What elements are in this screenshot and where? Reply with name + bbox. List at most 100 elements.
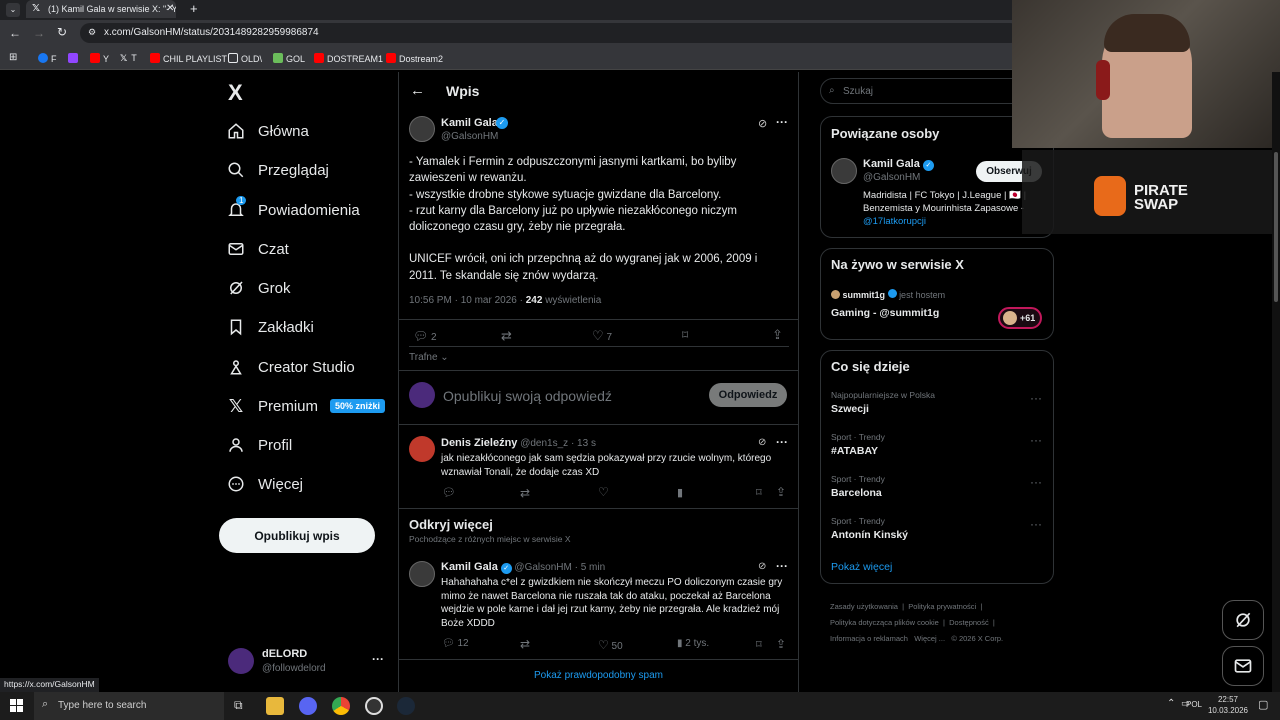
scrollbar[interactable]: [1272, 72, 1280, 692]
post-more-icon[interactable]: ···: [776, 115, 788, 129]
bio-link[interactable]: @17latkorupcji: [863, 215, 1043, 228]
repost-icon[interactable]: ⇄: [520, 486, 530, 500]
trend-item[interactable]: Najpopularniejsze w Polska Szwecji: [831, 390, 935, 415]
account-switcher[interactable]: dELORD @followdelord ···: [226, 646, 386, 678]
task-view-icon[interactable]: ⧉: [234, 698, 243, 713]
sidebar-item-premium[interactable]: 𝕏 Premium 50% zniżki: [226, 391, 386, 421]
clock[interactable]: 22:57 10.03.2026: [1200, 694, 1256, 716]
show-more-link[interactable]: Pokaż więcej: [831, 561, 892, 573]
account-more-icon[interactable]: ···: [372, 652, 384, 666]
sidebar-item-home[interactable]: Główna: [226, 116, 309, 146]
back-arrow-icon[interactable]: ←: [410, 82, 425, 99]
related-avatar[interactable]: [831, 158, 857, 184]
footer-link[interactable]: Polityka prywatności: [908, 602, 976, 611]
reply-icon[interactable]: 💬︎: [442, 486, 456, 499]
reload-icon[interactable]: ↻: [57, 25, 67, 39]
bookmark-icon[interactable]: ⌑: [756, 638, 762, 651]
repost-icon[interactable]: ⇄: [520, 637, 530, 651]
url-field[interactable]: ⚙ x.com/GalsonHM/status/2031489282959986…: [80, 23, 1020, 43]
author-name[interactable]: Kamil Gala: [441, 117, 498, 129]
bookmark-dostream1[interactable]: DOSTREAM1: [314, 53, 383, 64]
trend-more-icon[interactable]: ···: [1030, 391, 1042, 405]
site-info-icon[interactable]: ⚙: [88, 27, 96, 38]
trend-item[interactable]: Sport · Trendy #ATABAY: [831, 432, 885, 457]
notifications-icon[interactable]: ▢: [1258, 698, 1268, 711]
grok-explain-icon[interactable]: ⊘: [758, 561, 766, 572]
sidebar-item-more[interactable]: Więcej: [226, 469, 303, 499]
reply-more-icon[interactable]: ···: [776, 435, 788, 449]
chrome-icon[interactable]: [332, 697, 350, 715]
messages-floating-button[interactable]: [1222, 646, 1264, 686]
taskbar-search-input[interactable]: ⌕ Type here to search: [34, 692, 224, 720]
x-logo-icon[interactable]: X: [228, 80, 243, 106]
bookmark-twitch[interactable]: [68, 53, 81, 64]
steam-icon[interactable]: [397, 697, 415, 715]
views-icon[interactable]: ▮: [677, 486, 683, 499]
trend-more-icon[interactable]: ···: [1030, 517, 1042, 531]
sidebar-item-bookmarks[interactable]: Zakładki: [226, 312, 314, 342]
reply-action[interactable]: 💬︎ 12: [442, 638, 469, 649]
views-action[interactable]: ▮ 2 tys.: [677, 638, 709, 649]
author-avatar[interactable]: [409, 561, 435, 587]
like-action[interactable]: ♡ 7: [592, 328, 612, 344]
sidebar-item-explore[interactable]: Przeglądaj: [226, 155, 329, 185]
related-name-row[interactable]: Kamil Gala ✓: [863, 158, 934, 171]
bookmark-y[interactable]: Y: [90, 53, 109, 64]
footer-link[interactable]: Informacja o reklamach: [830, 634, 908, 643]
footer-link[interactable]: Dostępność: [949, 618, 989, 627]
live-stream-title[interactable]: Gaming - @summit1g: [831, 307, 939, 319]
scrollbar-thumb[interactable]: [1274, 152, 1278, 302]
trend-item[interactable]: Sport · Trendy Barcelona: [831, 474, 885, 499]
reply-action[interactable]: 💬︎ 2: [413, 329, 437, 343]
author-avatar[interactable]: [409, 116, 435, 142]
sidebar-item-creator-studio[interactable]: Creator Studio: [226, 352, 355, 382]
show-spam-link[interactable]: Pokaż prawdopodobny spam: [398, 670, 799, 681]
grok-explain-icon[interactable]: ⊘: [758, 437, 766, 448]
bookmark-chil-playlist[interactable]: CHIL PLAYLIST: [150, 53, 227, 64]
grok-floating-button[interactable]: [1222, 600, 1264, 640]
related-handle[interactable]: @GalsonHM: [863, 172, 920, 183]
reply-author-avatar[interactable]: [409, 436, 435, 462]
discover-author-handle[interactable]: @GalsonHM · 5 min: [514, 562, 605, 573]
reply-sort-dropdown[interactable]: Trafne ⌄: [409, 352, 449, 363]
publish-post-button[interactable]: Opublikuj wpis: [219, 518, 375, 553]
share-icon[interactable]: ⇪: [776, 485, 786, 499]
discover-author-name[interactable]: Kamil Gala: [441, 561, 498, 573]
footer-link[interactable]: Więcej ...: [914, 634, 945, 643]
trend-more-icon[interactable]: ···: [1030, 433, 1042, 447]
sidebar-item-grok[interactable]: Grok: [226, 273, 291, 303]
footer-link[interactable]: Polityka dotycząca plików cookie: [830, 618, 939, 627]
bookmark-t[interactable]: 𝕏T: [120, 53, 137, 64]
trend-item[interactable]: Sport · Trendy Antonín Kinský: [831, 516, 908, 541]
grok-explain-icon[interactable]: ⊘: [758, 117, 767, 130]
discover-more-icon[interactable]: ···: [776, 559, 788, 573]
bookmark-f[interactable]: F: [38, 53, 57, 64]
reply-author-handle[interactable]: @den1s_z · 13 s: [520, 438, 596, 449]
share-icon[interactable]: ⇪: [772, 327, 783, 343]
obs-icon[interactable]: [365, 697, 383, 715]
sidebar-item-chat[interactable]: Czat: [226, 234, 289, 264]
share-icon[interactable]: ⇪: [776, 637, 786, 651]
bookmark-old[interactable]: OLD\: [228, 53, 262, 64]
post-timestamp[interactable]: 10:56 PM · 10 mar 2026 ·: [409, 295, 526, 306]
sidebar-item-profile[interactable]: Profil: [226, 430, 292, 460]
bookmark-icon[interactable]: ⌑: [682, 328, 688, 342]
tab-search-button[interactable]: ⌄: [6, 3, 20, 17]
reply-input[interactable]: Opublikuj swoją odpowiedź: [443, 388, 612, 404]
heart-icon[interactable]: ♡: [598, 485, 609, 499]
new-tab-button[interactable]: +: [190, 1, 198, 16]
reply-author-name[interactable]: Denis Zieleźny: [441, 437, 517, 449]
tab-close-icon[interactable]: ✕: [166, 3, 174, 14]
footer-link[interactable]: Zasady użytkowania: [830, 602, 898, 611]
sidebar-item-notifications[interactable]: 1 Powiadomienia: [226, 195, 360, 225]
repost-icon[interactable]: ⇄: [501, 328, 512, 344]
bookmark-icon[interactable]: ⌑: [756, 486, 762, 499]
back-icon[interactable]: ←: [9, 26, 21, 40]
forward-icon[interactable]: →: [33, 26, 45, 40]
apps-icon[interactable]: ⊞: [9, 52, 17, 63]
like-action[interactable]: ♡ 50: [598, 638, 623, 652]
bookmark-gol[interactable]: GOL: [273, 53, 305, 64]
windows-start-icon[interactable]: [10, 699, 23, 712]
tray-chevron-icon[interactable]: ⌃: [1167, 698, 1175, 709]
discord-icon[interactable]: [299, 697, 317, 715]
